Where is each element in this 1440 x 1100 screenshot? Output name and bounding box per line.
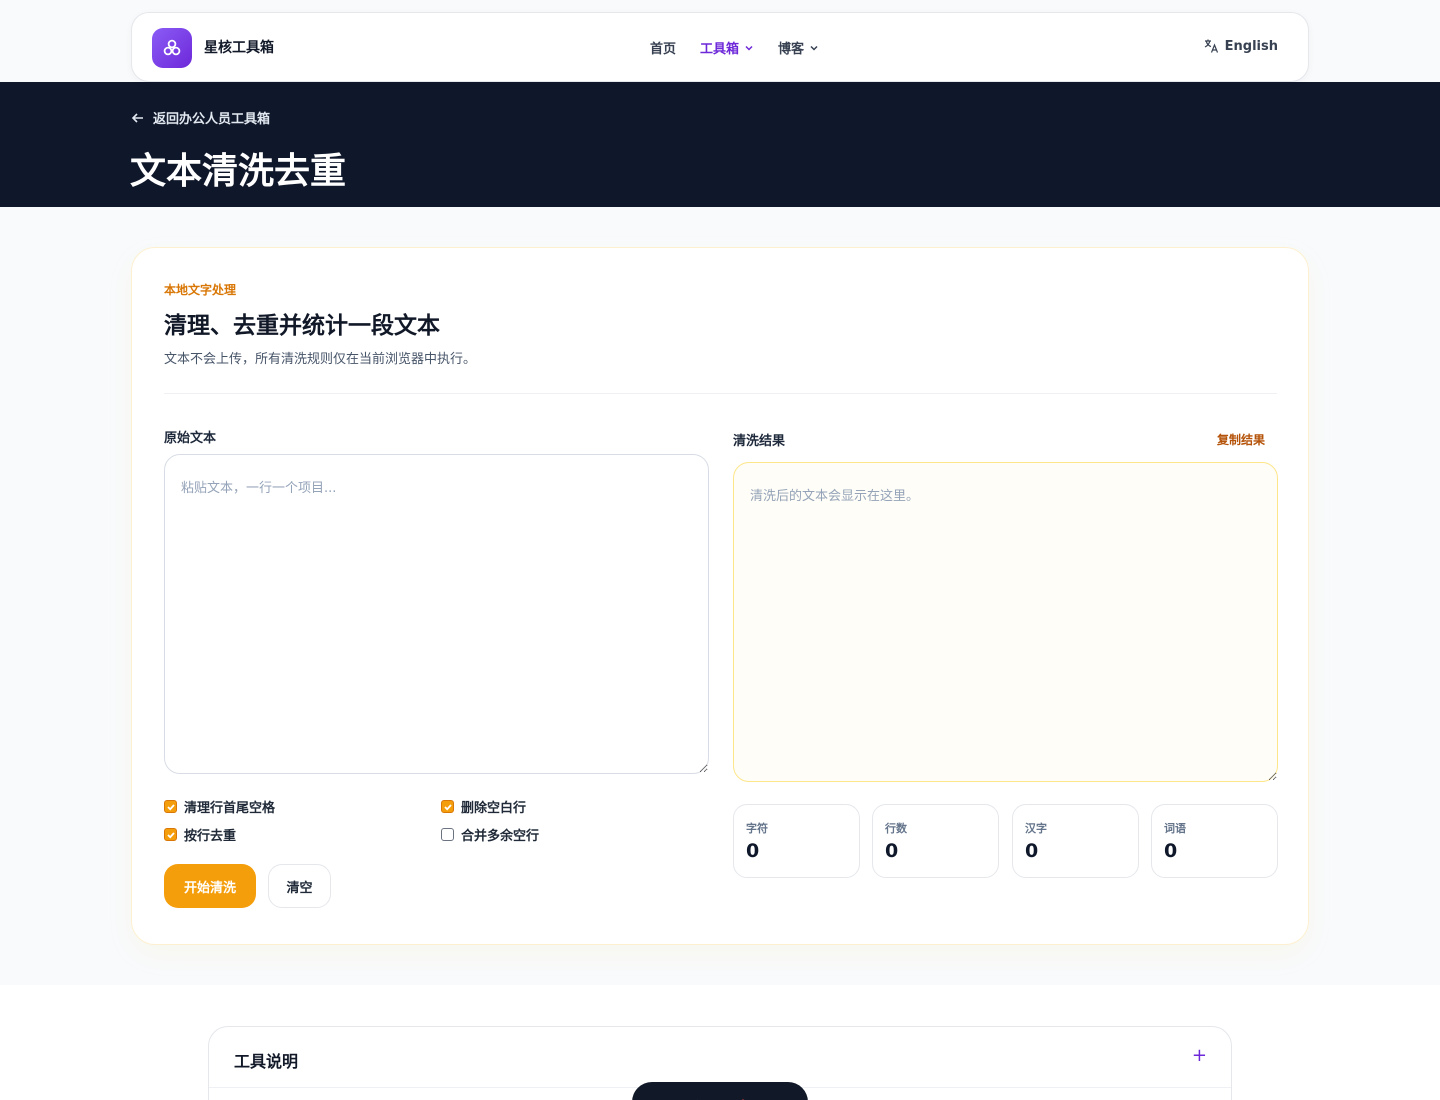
checkbox-checked-icon[interactable] [164,800,177,813]
nav-blog-label: 博客 [778,42,805,57]
output-wrap [733,462,1278,782]
option-label: 删除空白行 [461,801,527,816]
option-label: 按行去重 [184,829,237,844]
stat-characters: 字符 0 [733,804,860,878]
nav-home-label: 首页 [650,42,677,57]
card-eyebrow: 本地文字处理 [164,283,237,297]
language-label: English [1224,38,1278,54]
toolbar-tool-icon[interactable] [659,1096,671,1100]
nav-blog[interactable]: 博客 [778,38,819,57]
language-switch[interactable]: English [1203,38,1278,54]
stat-value: 0 [746,840,760,862]
source-text-input[interactable] [164,454,709,774]
input-wrap [164,454,709,774]
card-description: 文本不会上传，所有清洗规则仅在当前浏览器中执行。 [164,352,477,367]
nav-toolbox-label: 工具箱 [700,42,740,57]
translate-icon [1204,39,1218,53]
stat-value: 0 [1025,840,1039,862]
result-text-output[interactable] [733,462,1278,782]
option-dedupe-lines[interactable]: 按行去重 [164,825,236,844]
stat-value: 0 [1164,840,1178,862]
top-navbar: 星核工具箱 首页 工具箱 博客 English [131,12,1309,82]
stat-lines: 行数 0 [872,804,999,878]
option-trim-spaces[interactable]: 清理行首尾空格 [164,797,275,816]
logo[interactable] [152,28,192,68]
stat-label: 汉字 [1025,822,1047,835]
option-remove-blank-lines[interactable]: 删除空白行 [441,797,526,816]
menu-icon[interactable] [733,1096,745,1100]
stat-label: 字符 [746,822,768,835]
stat-words: 词语 0 [1151,804,1278,878]
checkbox-checked-icon[interactable] [441,800,454,813]
stat-label: 行数 [885,822,907,835]
pointer-icon[interactable] [696,1096,708,1100]
cluster-icon [163,39,181,56]
option-merge-blank-lines[interactable]: 合并多余空行 [441,825,539,844]
arrow-left-icon [131,112,143,123]
output-label: 清洗结果 [733,434,786,449]
stat-chinese-chars: 汉字 0 [1012,804,1139,878]
copy-result-button[interactable]: 复制结果 [1217,431,1265,448]
option-label: 合并多余空行 [461,829,540,844]
plus-icon[interactable]: + [1192,1045,1207,1066]
chevron-down-icon [810,45,818,51]
accordion-title: 工具说明 [234,1052,299,1071]
clear-button[interactable]: 清空 [268,864,331,908]
floating-toolbar [632,1082,808,1100]
main-nav: 首页 工具箱 博客 [650,38,819,57]
page-title: 文本清洗去重 [130,151,347,192]
nav-home[interactable]: 首页 [650,38,676,57]
start-clean-button[interactable]: 开始清洗 [164,864,256,908]
stat-value: 0 [885,840,899,862]
card-title: 清理、去重并统计一段文本 [164,313,440,339]
checkbox-checked-icon[interactable] [164,828,177,841]
checkbox-unchecked-icon[interactable] [441,828,454,841]
tool-card: 本地文字处理 清理、去重并统计一段文本 文本不会上传，所有清洗规则仅在当前浏览器… [131,247,1309,945]
divider [164,393,1277,394]
option-label: 清理行首尾空格 [184,801,276,816]
input-label: 原始文本 [164,431,217,446]
nav-toolbox[interactable]: 工具箱 [700,38,754,57]
stat-label: 词语 [1164,822,1186,835]
chevron-down-icon [745,45,753,51]
brand-name[interactable]: 星核工具箱 [204,37,274,57]
back-link-label: 返回办公人员工具箱 [153,112,271,127]
back-link[interactable]: 返回办公人员工具箱 [131,108,270,127]
gear-icon[interactable] [770,1096,782,1100]
